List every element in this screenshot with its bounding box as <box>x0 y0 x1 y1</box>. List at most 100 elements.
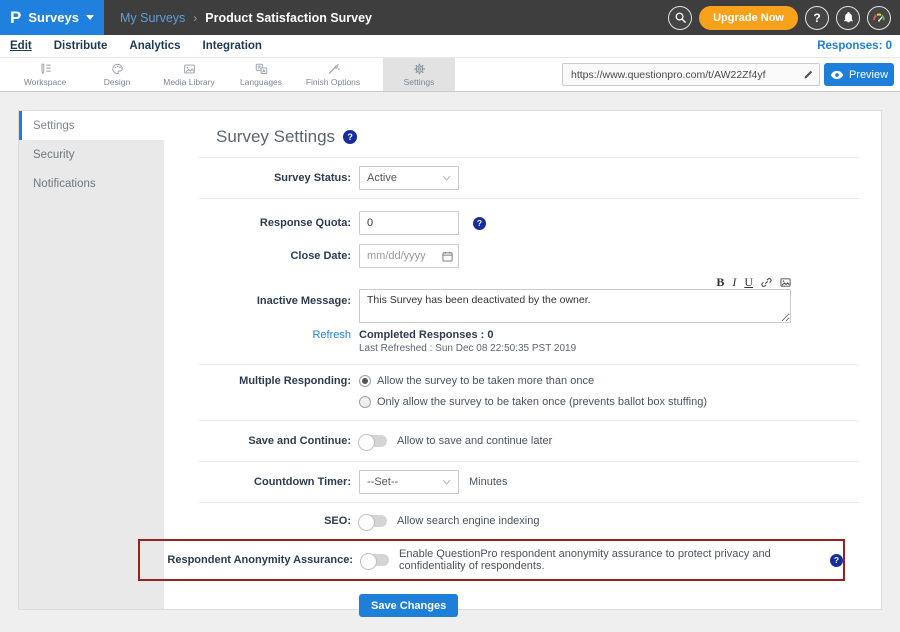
anonymity-label: Respondent Anonymity Assurance: <box>140 554 353 566</box>
response-stats: Completed Responses : 0 Last Refreshed :… <box>359 329 576 354</box>
tab-languages[interactable]: Languages <box>225 58 297 91</box>
anonymity-toggle[interactable] <box>361 554 389 566</box>
edit-url-button[interactable] <box>803 69 814 80</box>
radio-allow-once[interactable]: Only allow the survey to be taken once (… <box>359 396 707 408</box>
settings-sidebar: Settings Security Notifications <box>19 111 164 609</box>
survey-settings-help-icon[interactable]: ? <box>343 130 357 144</box>
inactive-message-textarea[interactable]: This Survey has been deactivated by the … <box>359 289 791 323</box>
survey-nav: Edit Distribute Analytics Integration Re… <box>0 35 900 57</box>
tab-workspace-label: Workspace <box>24 77 66 87</box>
anonymity-description: Enable QuestionPro respondent anonymity … <box>399 548 822 572</box>
survey-url-input[interactable] <box>571 69 803 81</box>
response-quota-input[interactable] <box>359 211 459 235</box>
save-and-continue-label: Save and Continue: <box>199 435 351 447</box>
gauge-icon <box>872 11 886 25</box>
tab-media-library[interactable]: Media Library <box>153 58 225 91</box>
sidebar-item-notifications[interactable]: Notifications <box>19 169 164 198</box>
countdown-timer-dropdown[interactable]: --Set-- <box>359 470 459 494</box>
chevron-down-icon <box>442 175 451 181</box>
refresh-link[interactable]: Refresh <box>199 329 351 341</box>
tab-finish-options[interactable]: Finish Options <box>297 58 369 91</box>
tab-settings[interactable]: Settings <box>383 58 455 91</box>
questionpro-logo: P <box>10 9 21 26</box>
underline-button[interactable]: U <box>744 276 753 288</box>
multiple-responding-label: Multiple Responding: <box>199 375 351 387</box>
countdown-timer-suffix: Minutes <box>469 476 508 488</box>
image-icon <box>182 62 197 76</box>
completed-responses: Completed Responses : 0 <box>359 329 576 341</box>
survey-status-dropdown[interactable]: Active <box>359 166 459 190</box>
search-icon <box>674 11 687 24</box>
message-editor-toolbar: B I U <box>199 275 791 289</box>
save-changes-button[interactable]: Save Changes <box>359 594 458 617</box>
chevron-down-icon <box>86 15 94 20</box>
radio-allow-multiple[interactable]: Allow the survey to be taken more than o… <box>359 375 707 387</box>
help-button[interactable]: ? <box>805 6 829 30</box>
tab-design-label: Design <box>104 77 130 87</box>
nav-tab-distribute[interactable]: Distribute <box>54 40 108 52</box>
save-and-continue-description: Allow to save and continue later <box>397 435 552 447</box>
anonymity-help-icon[interactable]: ? <box>830 554 843 567</box>
close-date-label: Close Date: <box>199 250 351 262</box>
tab-languages-label: Languages <box>240 77 282 87</box>
calendar-icon[interactable] <box>442 251 453 262</box>
seo-label: SEO: <box>199 515 351 527</box>
link-button[interactable] <box>761 277 772 288</box>
breadcrumb-separator: › <box>193 11 197 25</box>
insert-image-button[interactable] <box>780 277 791 288</box>
breadcrumb-survey-title: Product Satisfaction Survey <box>205 11 372 25</box>
countdown-timer-label: Countdown Timer: <box>199 476 351 488</box>
sidebar-item-settings[interactable]: Settings <box>19 111 164 140</box>
pencil-icon <box>803 69 814 80</box>
save-and-continue-toggle[interactable] <box>359 435 387 447</box>
breadcrumb-my-surveys[interactable]: My Surveys <box>120 11 185 25</box>
translate-icon <box>254 62 269 76</box>
responses-count-link[interactable]: Responses: 0 <box>817 40 892 52</box>
survey-status-label: Survey Status: <box>199 172 351 184</box>
magic-wand-icon <box>326 62 341 76</box>
radio-selected-icon <box>359 375 371 387</box>
tab-media-library-label: Media Library <box>163 77 215 87</box>
bold-button[interactable]: B <box>716 276 724 288</box>
nav-tab-analytics[interactable]: Analytics <box>129 40 180 52</box>
score-gauge-button[interactable] <box>867 6 891 30</box>
header-actions: Upgrade Now ? <box>668 6 900 30</box>
settings-card: Settings Security Notifications Survey S… <box>18 110 882 610</box>
eye-icon <box>830 70 844 80</box>
last-refreshed: Last Refreshed : Sun Dec 08 22:50:35 PST… <box>359 343 576 354</box>
tab-settings-label: Settings <box>404 77 435 87</box>
seo-toggle[interactable] <box>359 515 387 527</box>
response-quota-label: Response Quota: <box>199 217 351 229</box>
sidebar-item-security[interactable]: Security <box>19 140 164 169</box>
tab-workspace[interactable]: Workspace <box>9 58 81 91</box>
italic-button[interactable]: I <box>732 276 736 288</box>
chevron-down-icon <box>442 479 451 485</box>
image-icon <box>780 277 791 288</box>
response-quota-help-icon[interactable]: ? <box>473 217 486 230</box>
tab-finish-options-label: Finish Options <box>306 77 360 87</box>
top-header: P Surveys My Surveys › Product Satisfact… <box>0 0 900 35</box>
product-menu-label: Surveys <box>28 10 79 25</box>
upgrade-now-button[interactable]: Upgrade Now <box>699 6 798 30</box>
edit-toolbar: Workspace Design Media Library Languages… <box>0 57 900 92</box>
settings-content: Survey Settings ? Survey Status: Active … <box>164 111 881 609</box>
nav-tab-integration[interactable]: Integration <box>203 40 262 52</box>
preview-button[interactable]: Preview <box>824 63 894 86</box>
breadcrumb: My Surveys › Product Satisfaction Survey <box>120 11 668 25</box>
annotation-highlight-box: Respondent Anonymity Assurance: Enable Q… <box>138 539 845 581</box>
gear-icon <box>412 62 427 76</box>
nav-tab-edit[interactable]: Edit <box>10 40 32 52</box>
search-button[interactable] <box>668 6 692 30</box>
notifications-button[interactable] <box>836 6 860 30</box>
page-title: Survey Settings <box>216 127 335 147</box>
product-switcher[interactable]: P Surveys <box>0 0 104 35</box>
inactive-message-label: Inactive Message: <box>199 289 351 307</box>
seo-description: Allow search engine indexing <box>397 515 539 527</box>
palette-icon <box>110 62 125 76</box>
tab-design[interactable]: Design <box>81 58 153 91</box>
survey-url-box <box>562 63 820 86</box>
preview-label: Preview <box>849 69 888 81</box>
radio-unselected-icon <box>359 396 371 408</box>
workspace-icon <box>38 62 53 76</box>
link-icon <box>761 277 772 288</box>
